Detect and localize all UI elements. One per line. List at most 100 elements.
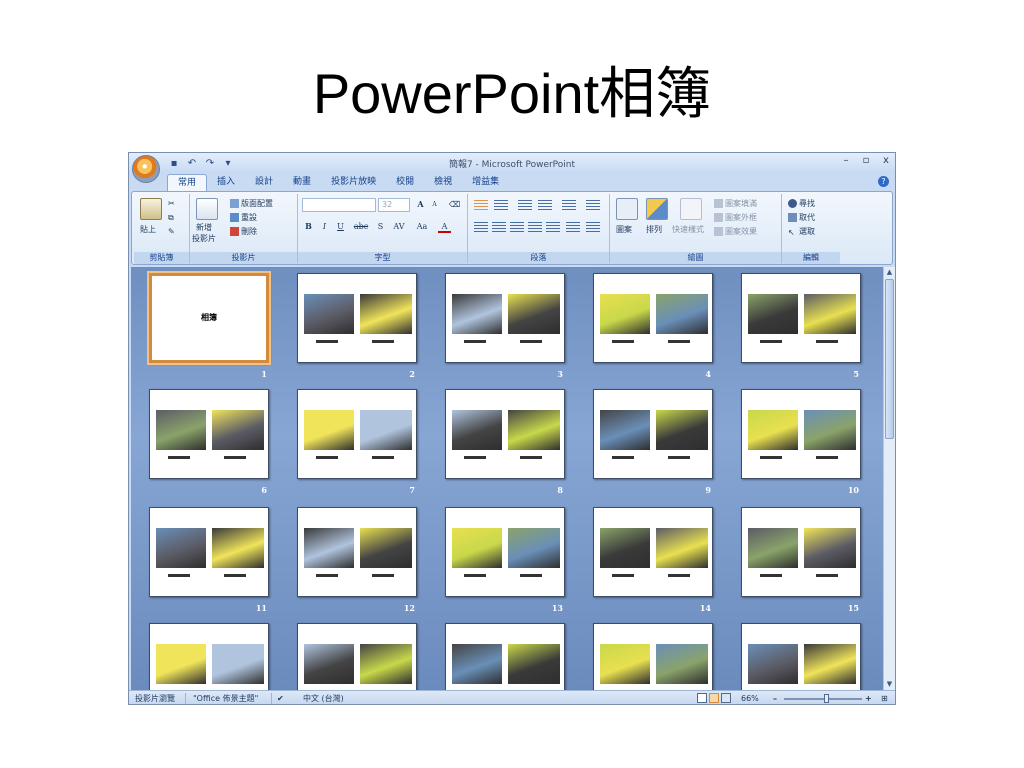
char-spacing-button[interactable]: AV bbox=[390, 220, 408, 233]
slide-thumbnail[interactable] bbox=[593, 389, 713, 479]
layout-label: 版面配置 bbox=[241, 199, 273, 208]
minimize-button[interactable]: – bbox=[841, 155, 851, 166]
slide-thumbnail[interactable] bbox=[297, 389, 417, 479]
zoom-slider[interactable] bbox=[784, 698, 862, 700]
slide-thumbnail[interactable] bbox=[741, 389, 861, 479]
slide-thumbnail[interactable] bbox=[445, 389, 565, 479]
slide-thumbnail[interactable] bbox=[741, 273, 861, 363]
quick-styles-icon[interactable] bbox=[680, 198, 702, 220]
slide-thumbnail[interactable] bbox=[297, 273, 417, 363]
clear-format-icon[interactable]: ⌫ bbox=[448, 198, 461, 211]
spellcheck-icon[interactable]: ✔ bbox=[277, 693, 284, 704]
shapes-label[interactable]: 圖案 bbox=[616, 224, 632, 235]
underline-button[interactable]: U bbox=[334, 220, 347, 233]
status-language[interactable]: 中文 (台灣) bbox=[303, 693, 344, 704]
slideshow-view-icon[interactable] bbox=[721, 693, 731, 703]
slide-thumbnail[interactable] bbox=[445, 273, 565, 363]
shape-outline-button[interactable]: 圖案外框 bbox=[714, 212, 757, 223]
restore-button[interactable]: ▫ bbox=[861, 155, 871, 166]
replace-button[interactable]: 取代 bbox=[788, 212, 815, 223]
zoom-level[interactable]: 66% bbox=[741, 693, 759, 704]
smartart-icon[interactable] bbox=[586, 222, 600, 234]
columns-icon[interactable] bbox=[566, 222, 580, 234]
tab-review[interactable]: 校閱 bbox=[386, 174, 424, 191]
tab-home[interactable]: 常用 bbox=[167, 174, 208, 191]
slide-thumbnail[interactable] bbox=[445, 623, 565, 690]
line-spacing-icon[interactable] bbox=[562, 200, 576, 212]
new-slide-label-2[interactable]: 投影片 bbox=[192, 233, 216, 244]
distribute-icon[interactable] bbox=[546, 222, 560, 234]
slide-thumbnail[interactable] bbox=[593, 273, 713, 363]
change-case-button[interactable]: Aa bbox=[414, 220, 430, 233]
slide-thumbnail[interactable] bbox=[297, 623, 417, 690]
paste-icon[interactable] bbox=[140, 198, 162, 220]
shapes-icon[interactable] bbox=[616, 198, 638, 220]
slide-thumbnail[interactable]: 相簿 bbox=[147, 271, 271, 365]
shadow-button[interactable]: S bbox=[374, 220, 387, 233]
new-slide-icon[interactable] bbox=[196, 198, 218, 220]
new-slide-label[interactable]: 新增 bbox=[196, 222, 212, 233]
strikethrough-button[interactable]: abc bbox=[352, 220, 370, 233]
copy-icon[interactable]: ⧉ bbox=[168, 212, 174, 223]
slide-thumbnail[interactable] bbox=[593, 623, 713, 690]
zoom-in-button[interactable]: + bbox=[865, 693, 872, 704]
help-icon[interactable]: ? bbox=[878, 176, 889, 187]
vertical-scrollbar[interactable]: ▲ ▼ bbox=[883, 267, 895, 690]
tab-animations[interactable]: 動畫 bbox=[283, 174, 321, 191]
normal-view-icon[interactable] bbox=[697, 693, 707, 703]
photo-image bbox=[156, 644, 206, 684]
tab-addins[interactable]: 增益集 bbox=[462, 174, 509, 191]
font-color-button[interactable]: A bbox=[438, 220, 451, 233]
shape-fill-button[interactable]: 圖案填滿 bbox=[714, 198, 757, 209]
zoom-slider-knob[interactable] bbox=[824, 694, 829, 703]
status-theme[interactable]: "Office 佈景主題" bbox=[193, 693, 258, 704]
paste-label[interactable]: 貼上 bbox=[140, 224, 156, 235]
sorter-view-icon[interactable] bbox=[709, 693, 719, 703]
bold-button[interactable]: B bbox=[302, 220, 315, 233]
close-button[interactable]: x bbox=[881, 155, 891, 166]
align-right-icon[interactable] bbox=[510, 222, 524, 234]
decrease-indent-icon[interactable] bbox=[518, 200, 532, 212]
select-button[interactable]: ↖ 選取 bbox=[788, 226, 815, 237]
bullets-icon[interactable] bbox=[474, 200, 488, 212]
tab-insert[interactable]: 插入 bbox=[207, 174, 245, 191]
align-left-icon[interactable] bbox=[474, 222, 488, 234]
shape-effects-button[interactable]: 圖案效果 bbox=[714, 226, 757, 237]
quick-styles-label[interactable]: 快速樣式 bbox=[672, 224, 704, 235]
italic-button[interactable]: I bbox=[318, 220, 331, 233]
format-painter-icon[interactable]: ✎ bbox=[168, 226, 175, 237]
slide-thumbnail[interactable] bbox=[297, 507, 417, 597]
reset-button[interactable]: 重設 bbox=[230, 212, 257, 223]
cut-icon[interactable]: ✂ bbox=[168, 198, 175, 209]
text-direction-icon[interactable] bbox=[586, 200, 600, 212]
scroll-up-icon[interactable]: ▲ bbox=[885, 268, 894, 277]
zoom-out-button[interactable]: – bbox=[773, 693, 777, 704]
numbering-icon[interactable] bbox=[494, 200, 508, 212]
grow-font-button[interactable]: A bbox=[414, 198, 427, 211]
align-center-icon[interactable] bbox=[492, 222, 506, 234]
slide-thumbnail[interactable] bbox=[149, 507, 269, 597]
arrange-label[interactable]: 排列 bbox=[646, 224, 662, 235]
slide-thumbnail[interactable] bbox=[149, 623, 269, 690]
slide-thumbnail[interactable] bbox=[741, 623, 861, 690]
slide-thumbnail[interactable] bbox=[445, 507, 565, 597]
shrink-font-button[interactable]: A bbox=[428, 198, 441, 211]
arrange-icon[interactable] bbox=[646, 198, 668, 220]
font-size-box[interactable]: 32 bbox=[378, 198, 410, 212]
find-button[interactable]: 尋找 bbox=[788, 198, 815, 209]
layout-button[interactable]: 版面配置 bbox=[230, 198, 273, 209]
justify-icon[interactable] bbox=[528, 222, 542, 234]
font-name-box[interactable] bbox=[302, 198, 376, 212]
slide-thumbnail[interactable] bbox=[149, 389, 269, 479]
increase-indent-icon[interactable] bbox=[538, 200, 552, 212]
tab-design[interactable]: 設計 bbox=[245, 174, 283, 191]
office-button[interactable] bbox=[132, 155, 160, 183]
slide-thumbnail[interactable] bbox=[593, 507, 713, 597]
fit-window-icon[interactable]: ⊞ bbox=[881, 693, 888, 704]
scroll-thumb[interactable] bbox=[885, 279, 894, 439]
tab-view[interactable]: 檢視 bbox=[424, 174, 462, 191]
tab-slideshow[interactable]: 投影片放映 bbox=[321, 174, 386, 191]
scroll-down-icon[interactable]: ▼ bbox=[885, 680, 894, 689]
slide-thumbnail[interactable] bbox=[741, 507, 861, 597]
delete-button[interactable]: 刪除 bbox=[230, 226, 257, 237]
